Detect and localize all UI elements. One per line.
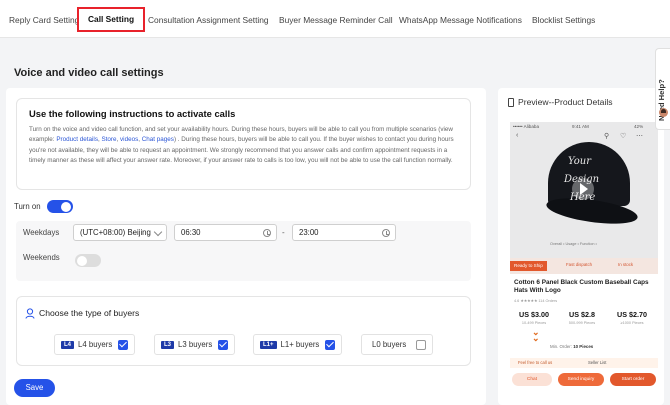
chevron-down-icon — [153, 227, 163, 237]
time-separator: - — [282, 228, 285, 237]
price-tier: US $2.8 500-999 Pieces — [560, 310, 604, 325]
price-tier: US $2.70 ≥1000 Pieces — [610, 310, 654, 325]
start-order-button[interactable]: Start order — [610, 373, 656, 386]
min-order: Min. Order: 10 Pieces — [550, 344, 593, 349]
feel-free-text[interactable]: Feel free to call us — [518, 360, 552, 365]
toggle-knob — [76, 255, 87, 266]
tab-whatsapp-message-notifications[interactable]: WhatsApp Message Notifications — [399, 8, 522, 32]
preview-title-text: Preview--Product Details — [518, 97, 613, 107]
fast-dispatch-tag: Fast dispatch — [566, 262, 593, 267]
min-order-value: 10 Pieces — [573, 344, 594, 349]
call-us-bar: Feel free to call us Seller List — [510, 358, 658, 368]
link-product-details[interactable]: Product details — [56, 136, 98, 143]
level-badge: L1+ — [260, 340, 277, 349]
price-tier: US $3.00 10-499 Pieces — [512, 310, 556, 325]
instructions-box: Use the following instructions to activa… — [16, 98, 471, 190]
section-title: Voice and video call settings — [14, 67, 164, 79]
phone-mockup: •••••• Alibaba 9:41 AM 42% ‹ ⚲ ♡ ⋯ Your … — [510, 122, 658, 405]
status-battery: 42% — [634, 124, 644, 129]
end-time-value: 23:00 — [299, 228, 319, 237]
product-title: Cotton 6 Panel Black Custom Baseball Cap… — [514, 279, 649, 294]
ready-to-ship-badge: Ready to Ship — [510, 261, 547, 271]
product-image: •••••• Alibaba 9:41 AM 42% ‹ ⚲ ♡ ⋯ Your … — [510, 122, 658, 258]
buyer-option-l3[interactable]: L3 L3 buyers — [154, 334, 236, 355]
preview-title: Preview--Product Details — [508, 97, 613, 107]
instructions-title: Use the following instructions to activa… — [29, 108, 236, 119]
buyer-option-l0[interactable]: L0 buyers — [361, 334, 434, 355]
seller-list-text: Seller List — [588, 360, 607, 365]
start-time-picker[interactable]: 06:30 — [174, 224, 277, 241]
buyer-option-l4[interactable]: L4 L4 buyers — [54, 334, 136, 355]
cap-text-line: Your — [568, 156, 591, 167]
chat-button[interactable]: Chat — [512, 373, 552, 386]
checkbox-checked[interactable] — [218, 339, 229, 350]
turn-on-row: Turn on — [14, 200, 73, 213]
person-icon — [25, 308, 35, 319]
min-order-label: Min. Order: — [550, 344, 572, 349]
ready-to-ship-bar: Ready to Ship Fast dispatch In stock — [510, 258, 658, 274]
timezone-select[interactable]: (UTC+08:00) Beijing — [73, 224, 167, 241]
phone-action-buttons: Chat Send inquiry Start order — [510, 371, 658, 389]
price-quantity: 10-499 Pieces — [521, 321, 547, 325]
link-store[interactable]: Store — [101, 136, 116, 143]
send-inquiry-button[interactable]: Send inquiry — [558, 373, 604, 386]
buyer-option-l1plus[interactable]: L1+ L1+ buyers — [253, 334, 343, 355]
tab-buyer-message-reminder-call[interactable]: Buyer Message Reminder Call — [279, 8, 393, 32]
level-badge: L4 — [61, 340, 75, 349]
back-icon: ‹ — [516, 132, 519, 139]
clock-icon — [382, 228, 390, 237]
checkbox-checked[interactable] — [118, 339, 129, 350]
phone-icon — [508, 97, 514, 107]
turn-on-label: Turn on — [14, 202, 41, 211]
cart-icon: ⚲ — [604, 133, 610, 140]
instructions-text: Turn on the voice and video call functio… — [29, 126, 454, 165]
buyer-option-label: L4 buyers — [78, 340, 113, 349]
price-value: US $2.8 — [569, 310, 595, 319]
play-icon — [572, 178, 594, 200]
turn-on-toggle[interactable] — [46, 200, 73, 213]
preview-panel: Preview--Product Details •••••• Alibaba … — [498, 88, 664, 405]
call-settings-panel: Use the following instructions to activa… — [6, 88, 486, 405]
price-quantity: 500-999 Pieces — [568, 321, 596, 325]
price-value: US $2.70 — [617, 310, 647, 319]
tab-blocklist-settings[interactable]: Blocklist Settings — [532, 8, 595, 32]
buyer-option-label: L1+ buyers — [280, 340, 320, 349]
save-button[interactable]: Save — [14, 379, 55, 397]
link-videos[interactable]: videos — [120, 136, 138, 143]
image-thumb-labels: Overall • Usage • Function • — [550, 242, 597, 246]
status-carrier: •••••• Alibaba — [513, 124, 539, 129]
tab-call-setting[interactable]: Call Setting — [77, 7, 146, 32]
checkbox-checked[interactable] — [325, 339, 336, 350]
weekends-toggle[interactable] — [75, 254, 101, 267]
schedule-box: Weekdays (UTC+08:00) Beijing 06:30 - 23:… — [16, 221, 471, 281]
tab-consultation-assignment-setting[interactable]: Consultation Assignment Setting — [148, 8, 269, 32]
price-quantity: ≥1000 Pieces — [620, 321, 644, 325]
weekends-label: Weekends — [23, 253, 60, 262]
link-chat-pages[interactable]: Chat pages — [142, 136, 174, 143]
in-stock-tag: In stock — [618, 262, 634, 267]
status-clock: 9:41 AM — [572, 124, 589, 129]
level-badge: L3 — [161, 340, 175, 349]
weekdays-label: Weekdays — [23, 228, 60, 237]
heart-icon: ♡ — [620, 133, 627, 140]
buyer-type-title: Choose the type of buyers — [39, 308, 140, 318]
settings-tab-bar: Reply Card Setting Call Setting Consulta… — [0, 0, 670, 38]
buyer-type-box: Choose the type of buyers L4 L4 buyers L… — [16, 296, 471, 366]
double-chevron-down-icon: ⌄ ⌄ — [532, 327, 540, 343]
timezone-value: (UTC+08:00) Beijing — [80, 228, 151, 237]
support-avatar — [659, 108, 668, 117]
start-time-value: 06:30 — [181, 228, 201, 237]
buyer-option-label: L0 buyers — [372, 340, 407, 349]
clock-icon — [263, 228, 271, 237]
rating-line: 4.6 ★★★★★ 114 Orders — [514, 299, 558, 303]
tab-reply-card-setting[interactable]: Reply Card Setting — [9, 8, 79, 32]
more-icon: ⋯ — [636, 133, 643, 140]
toggle-knob — [61, 201, 72, 212]
end-time-picker[interactable]: 23:00 — [292, 224, 396, 241]
checkbox-unchecked[interactable] — [416, 339, 427, 350]
price-value: US $3.00 — [519, 310, 549, 319]
buyer-option-label: L3 buyers — [178, 340, 213, 349]
need-help-tab[interactable]: Need Help? — [655, 48, 670, 130]
